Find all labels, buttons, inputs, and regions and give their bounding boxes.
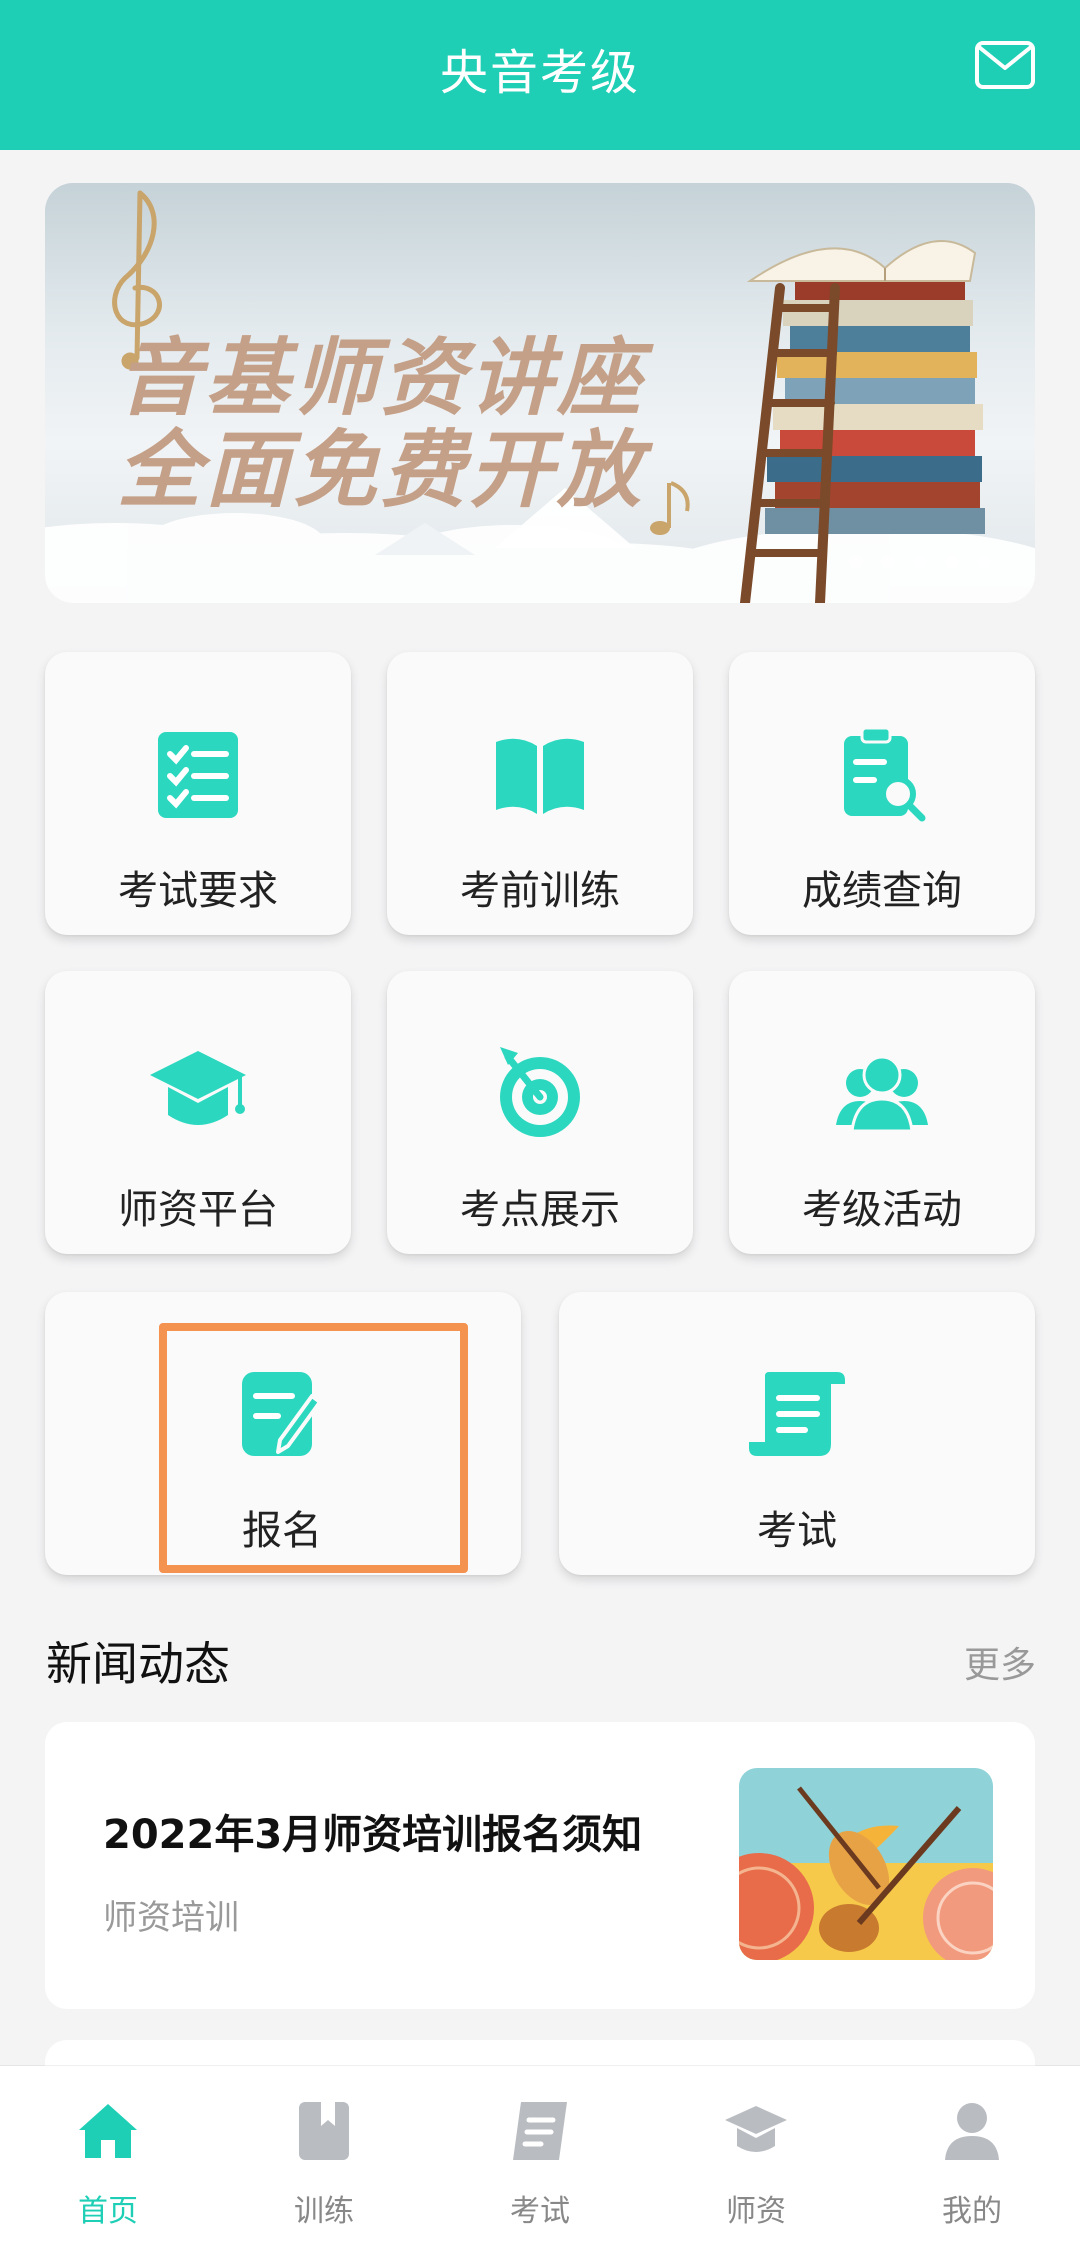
home-icon	[79, 2104, 137, 2158]
banner-pagination	[849, 555, 991, 569]
nav-item-mine[interactable]: 我的	[864, 2066, 1080, 2247]
tile-label: 考点展示	[460, 1187, 620, 1233]
banner-dot[interactable]	[913, 555, 927, 569]
nav-item-exam[interactable]: 考试	[432, 2066, 648, 2247]
nav-item-home[interactable]: 首页	[0, 2066, 216, 2247]
page-title: 央音考级	[439, 45, 640, 101]
banner-headline-2: 全面免费开放	[117, 420, 646, 519]
tile-label: 报名	[242, 1508, 322, 1554]
promo-banner[interactable]: 音基师资讲座 全面免费开放	[45, 183, 1035, 603]
news-card[interactable]: 2022年3月师资培训报名须知 师资培训	[45, 1722, 1035, 2009]
app-header: 央音考级	[0, 0, 1080, 150]
scroll-icon	[749, 1372, 845, 1456]
tile-score-query[interactable]: 成绩查询	[729, 652, 1035, 935]
news-title: 2022年3月师资培训报名须知	[103, 1812, 643, 1858]
tile-label: 师资平台	[118, 1187, 278, 1233]
nav-label: 我的	[942, 2194, 1002, 2229]
nav-item-teachers[interactable]: 师资	[648, 2066, 864, 2247]
news-thumbnail	[739, 1768, 993, 1960]
banner-dot[interactable]	[977, 555, 991, 569]
section-title: 新闻动态	[46, 1637, 230, 1691]
nav-item-training[interactable]: 训练	[216, 2066, 432, 2247]
graduation-cap-icon	[725, 2106, 787, 2152]
news-tag: 师资培训	[103, 1898, 239, 1938]
nav-label: 师资	[726, 2194, 786, 2229]
tile-exam-requirements[interactable]: 考试要求	[45, 652, 351, 935]
edit-document-icon	[242, 1372, 322, 1456]
tile-teacher-platform[interactable]: 师资平台	[45, 971, 351, 1254]
bottom-nav: 首页 训练 考试 师资 我的	[0, 2066, 1080, 2247]
tile-exam-venues[interactable]: 考点展示	[387, 971, 693, 1254]
tile-label: 成绩查询	[802, 868, 962, 914]
tile-label: 考试	[757, 1508, 837, 1554]
nav-label: 训练	[294, 2194, 354, 2229]
checklist-icon	[158, 732, 238, 818]
tile-pre-exam-training[interactable]: 考前训练	[387, 652, 693, 935]
graduation-cap-icon	[150, 1051, 246, 1125]
mail-icon[interactable]	[974, 40, 1036, 90]
tile-label: 考级活动	[802, 1187, 962, 1233]
violin-guitar-illustration	[739, 1768, 993, 1960]
tile-exam[interactable]: 考试	[559, 1292, 1035, 1575]
more-link[interactable]: 更多	[964, 1636, 1036, 1688]
target-icon	[500, 1047, 580, 1137]
nav-label: 考试	[510, 2194, 570, 2229]
banner-dot[interactable]	[881, 555, 895, 569]
tile-register[interactable]: 报名	[45, 1292, 521, 1575]
nav-label: 首页	[78, 2194, 138, 2229]
banner-dot[interactable]	[849, 555, 863, 569]
book-icon	[299, 2102, 349, 2160]
tile-exam-activities[interactable]: 考级活动	[729, 971, 1035, 1254]
tile-label: 考前训练	[460, 868, 620, 914]
people-icon	[836, 1055, 928, 1133]
open-book-icon	[496, 738, 584, 814]
document-icon	[513, 2102, 567, 2160]
banner-dot-active[interactable]	[945, 555, 959, 569]
user-icon	[945, 2103, 999, 2160]
tile-label: 考试要求	[118, 868, 278, 914]
clipboard-search-icon	[844, 726, 926, 822]
